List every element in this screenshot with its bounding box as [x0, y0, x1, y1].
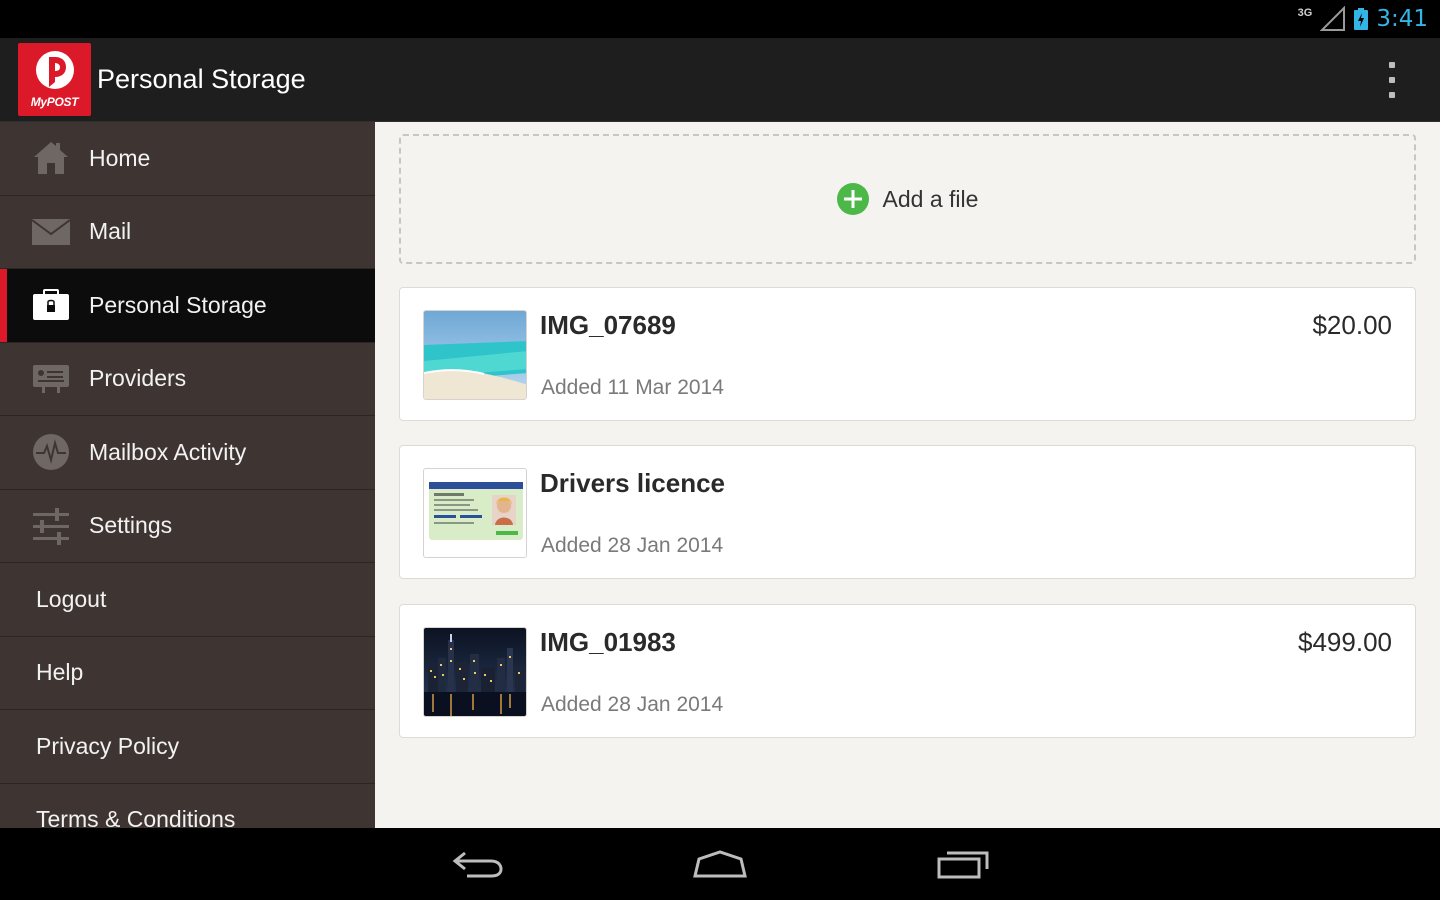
- clock: 3:41: [1376, 6, 1428, 32]
- licence-thumbnail: [423, 468, 527, 558]
- file-card[interactable]: IMG_07689 Added 11 Mar 2014 $20.00: [399, 287, 1416, 421]
- system-navigation-bar: [0, 828, 1440, 900]
- sidebar-item-label: Privacy Policy: [36, 732, 180, 759]
- mypost-logo[interactable]: MyPOST: [18, 43, 91, 116]
- sidebar-item-label: Settings: [89, 512, 173, 539]
- app-bar: MyPOST Personal Storage: [0, 38, 1440, 122]
- sidebar-item-providers[interactable]: Providers: [0, 343, 375, 416]
- file-date: Added 28 Jan 2014: [541, 534, 724, 557]
- sidebar-item-logout[interactable]: Logout: [0, 563, 375, 637]
- sidebar-item-mail[interactable]: Mail: [0, 196, 375, 269]
- mail-icon: [26, 207, 76, 257]
- sidebar-item-mailbox-activity[interactable]: Mailbox Activity: [0, 416, 375, 490]
- sidebar-item-terms[interactable]: Terms & Conditions: [0, 784, 375, 828]
- file-name: IMG_07689: [540, 310, 676, 340]
- file-name: IMG_01983: [540, 627, 676, 657]
- battery-charging-icon: [1354, 8, 1369, 30]
- logo-text: MyPOST: [30, 95, 79, 109]
- beach-thumbnail: [423, 310, 527, 400]
- recent-apps-icon[interactable]: [933, 844, 993, 884]
- status-bar: 3G 3:41: [0, 0, 1440, 38]
- settings-icon: [26, 501, 76, 551]
- page-title: Personal Storage: [97, 64, 306, 94]
- sidebar-item-label: Mail: [89, 218, 132, 245]
- file-date: Added 28 Jan 2014: [541, 693, 724, 716]
- activity-icon: [26, 427, 76, 477]
- add-file-button[interactable]: Add a file: [399, 134, 1416, 264]
- sidebar-item-personal-storage[interactable]: Personal Storage: [0, 269, 375, 343]
- network-type: 3G: [1297, 7, 1313, 19]
- file-price: $499.00: [1298, 627, 1392, 657]
- sidebar-item-label: Personal Storage: [89, 291, 267, 318]
- sidebar-item-privacy-policy[interactable]: Privacy Policy: [0, 710, 375, 784]
- back-icon[interactable]: [447, 844, 507, 884]
- file-name: Drivers licence: [540, 468, 726, 498]
- file-date: Added 11 Mar 2014: [541, 376, 724, 399]
- signal-icon: [1320, 6, 1346, 31]
- sidebar-item-settings[interactable]: Settings: [0, 490, 375, 563]
- providers-icon: [26, 354, 76, 404]
- add-file-label: Add a file: [882, 185, 979, 212]
- post-logo-icon: [36, 51, 74, 89]
- file-list-panel: Add a file IMG_07689 Added 11 Mar 2014 $…: [375, 122, 1440, 828]
- home-icon: [26, 133, 76, 183]
- sidebar-item-label: Providers: [89, 365, 187, 392]
- sidebar-item-label: Logout: [36, 585, 107, 612]
- sidebar-item-home[interactable]: Home: [0, 122, 375, 196]
- sidebar-item-label: Help: [36, 659, 84, 686]
- storage-icon: [26, 280, 76, 330]
- file-card[interactable]: Drivers licence Added 28 Jan 2014: [399, 445, 1416, 579]
- navigation-drawer: Home Mail Personal Storage Providers Mai…: [0, 122, 375, 828]
- city-night-thumbnail: [423, 627, 527, 717]
- sidebar-item-label: Mailbox Activity: [89, 438, 247, 465]
- sidebar-item-help[interactable]: Help: [0, 637, 375, 710]
- add-icon: [836, 183, 869, 215]
- overflow-menu-icon[interactable]: [1380, 62, 1404, 98]
- file-card[interactable]: IMG_01983 Added 28 Jan 2014 $499.00: [399, 604, 1416, 738]
- file-price: $20.00: [1312, 310, 1392, 340]
- sidebar-item-label: Home: [89, 144, 151, 171]
- home-nav-icon[interactable]: [690, 844, 750, 884]
- sidebar-item-label: Terms & Conditions: [36, 806, 236, 828]
